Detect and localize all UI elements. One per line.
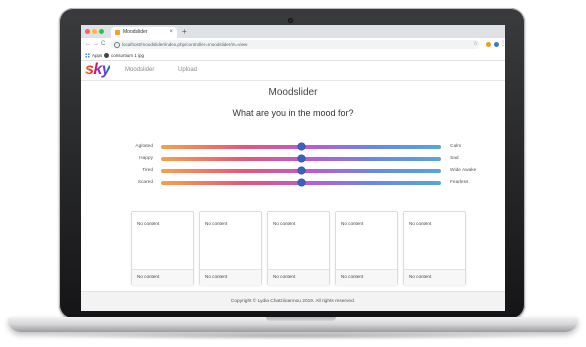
card-body-text: No content: [409, 221, 432, 226]
mood-slider-row: Agitated Calm: [81, 143, 505, 151]
bookmark-link[interactable]: consortium 1 ipg: [111, 51, 144, 60]
sky-logo[interactable]: sky: [85, 61, 111, 79]
tab-bar: Moodslider × +: [81, 25, 505, 38]
browser-menu-icon[interactable]: ⋮: [500, 39, 505, 50]
card-footer: No content: [200, 269, 261, 285]
site-footer: Copyright © Lydia Chatziioannou 2019. Al…: [81, 291, 505, 311]
card-body-text: No content: [341, 221, 364, 226]
slider-right-label: Sad: [450, 156, 459, 161]
content-card[interactable]: No content No content: [335, 211, 398, 285]
slider-thumb[interactable]: [297, 155, 305, 162]
card-body: No content: [268, 212, 329, 269]
mood-slider-row: Scared Fearless: [81, 179, 505, 187]
card-body: No content: [404, 212, 465, 269]
laptop-base: [8, 317, 578, 332]
tab-close-icon[interactable]: ×: [169, 28, 173, 37]
favicon-icon: [115, 30, 120, 35]
mood-slider-track[interactable]: [161, 179, 441, 186]
laptop-shadow: [30, 332, 556, 340]
slider-right-label: Wide Awake: [450, 168, 477, 173]
slider-left-label: Tired: [142, 168, 153, 173]
card-footer-text: No content: [205, 274, 228, 279]
apps-grid-icon[interactable]: [85, 53, 90, 58]
window-close-button[interactable]: [85, 29, 90, 34]
address-bar[interactable]: localhost/moodslider/index.php/controlle…: [110, 40, 480, 49]
bookmark-icon: [104, 53, 109, 58]
slider-left-label: Scared: [137, 180, 153, 185]
bookmark-star-icon[interactable]: ☆: [473, 40, 478, 49]
url-text[interactable]: localhost/moodslider/index.php/controlle…: [122, 40, 247, 49]
card-body-text: No content: [137, 221, 160, 226]
tab-title: Moodslider: [123, 29, 148, 35]
extension-icon[interactable]: [494, 42, 499, 47]
card-body-text: No content: [273, 221, 296, 226]
forward-arrow-icon[interactable]: →: [93, 39, 99, 50]
window-minimize-button[interactable]: [92, 29, 97, 34]
card-body-text: No content: [205, 221, 228, 226]
slider-right-label: Fearless: [450, 180, 469, 185]
card-footer-text: No content: [341, 274, 364, 279]
card-body: No content: [200, 212, 261, 269]
card-footer: No content: [132, 269, 193, 285]
slider-left-label: Agitated: [135, 144, 153, 149]
info-icon[interactable]: [114, 42, 120, 48]
card-body: No content: [132, 212, 193, 269]
content-card[interactable]: No content No content: [131, 211, 194, 285]
mood-slider-row: Tired Wide Awake: [81, 167, 505, 175]
mood-slider-track[interactable]: [161, 143, 441, 150]
nav-moodslider[interactable]: Moodslider: [125, 61, 154, 80]
reload-icon[interactable]: C: [101, 39, 105, 50]
mood-slider-track[interactable]: [161, 167, 441, 174]
window-maximize-button[interactable]: [99, 29, 104, 34]
page-title: Moodslider: [268, 87, 318, 98]
content-card[interactable]: No content No content: [267, 211, 330, 285]
laptop-notch: [266, 317, 336, 321]
extension-icon[interactable]: [486, 42, 491, 47]
back-arrow-icon[interactable]: ←: [85, 39, 91, 50]
card-footer-text: No content: [409, 274, 432, 279]
screen: Moodslider × + ← → C localhost/moodslide…: [81, 25, 505, 311]
browser-tab[interactable]: Moodslider ×: [111, 27, 177, 38]
card-footer: No content: [404, 269, 465, 285]
slider-right-label: Calm: [450, 144, 462, 149]
slider-left-label: Happy: [139, 156, 153, 161]
mood-slider-track[interactable]: [161, 155, 441, 162]
nav-upload[interactable]: Upload: [178, 61, 197, 80]
mood-slider-row: Happy Sad: [81, 155, 505, 163]
slider-thumb[interactable]: [297, 143, 305, 150]
bookmarks-bar: Apps consortium 1 ipg: [81, 51, 505, 61]
content-card[interactable]: No content No content: [199, 211, 262, 285]
slider-thumb[interactable]: [297, 179, 305, 186]
card-body: No content: [336, 212, 397, 269]
page-question: What are you in the mood for?: [232, 108, 354, 118]
slider-thumb[interactable]: [297, 167, 305, 174]
site-header: sky Moodslider Upload: [81, 61, 505, 81]
card-footer: No content: [268, 269, 329, 285]
card-footer-text: No content: [273, 274, 296, 279]
card-footer: No content: [336, 269, 397, 285]
card-footer-text: No content: [137, 274, 160, 279]
copyright-text: Copyright © Lydia Chatziioannou 2019. Al…: [230, 299, 356, 304]
bookmark-apps[interactable]: Apps: [92, 51, 102, 60]
webcam: [288, 18, 293, 23]
content-card[interactable]: No content No content: [403, 211, 466, 285]
new-tab-button[interactable]: +: [182, 26, 187, 37]
browser-toolbar: ← → C localhost/moodslider/index.php/con…: [81, 38, 505, 51]
